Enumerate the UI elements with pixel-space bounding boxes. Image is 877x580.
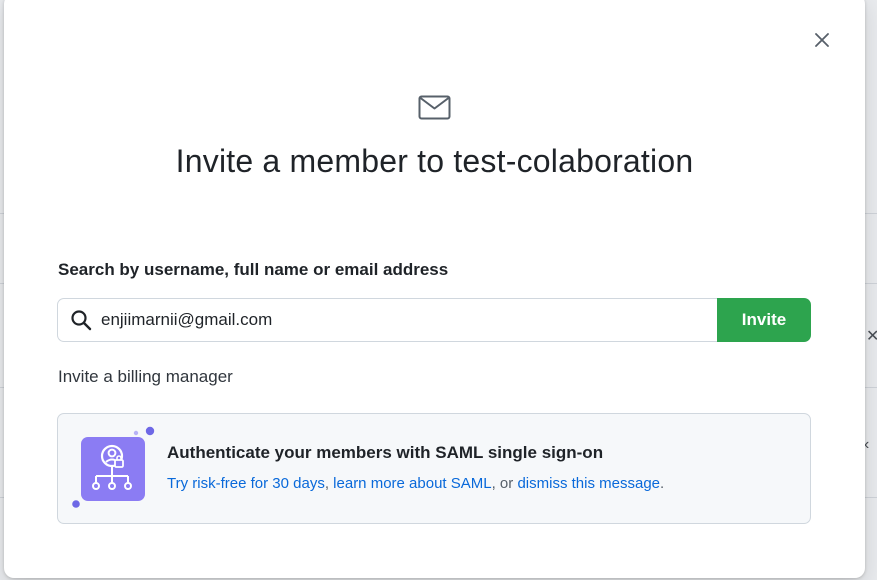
saml-banner: Authenticate your members with SAML sing… bbox=[57, 413, 811, 524]
close-icon[interactable] bbox=[815, 33, 829, 47]
search-field[interactable] bbox=[57, 298, 717, 342]
invite-dialog: Invite a member to test-colaboration Sea… bbox=[4, 0, 865, 578]
invite-billing-manager-link[interactable]: Invite a billing manager bbox=[58, 367, 233, 387]
invite-button[interactable]: Invite bbox=[717, 298, 811, 342]
search-icon bbox=[71, 310, 92, 331]
search-input[interactable] bbox=[101, 310, 717, 330]
saml-end: . bbox=[660, 475, 665, 492]
saml-title: Authenticate your members with SAML sing… bbox=[167, 443, 604, 462]
dialog-title: Invite a member to test-colaboration bbox=[175, 143, 694, 179]
saml-illustration-icon bbox=[72, 426, 155, 508]
saml-separator: , or bbox=[491, 475, 514, 492]
search-group: Invite bbox=[57, 298, 811, 342]
try-risk-free-link[interactable]: Try risk-free for 30 days bbox=[167, 475, 325, 492]
learn-more-saml-link[interactable]: learn more about SAML bbox=[333, 475, 491, 492]
mail-icon bbox=[418, 95, 451, 120]
backdrop-close-icon: ✕ bbox=[866, 328, 877, 345]
dismiss-message-link[interactable]: dismiss this message bbox=[517, 475, 660, 492]
saml-message: Try risk-free for 30 days, learn more ab… bbox=[167, 475, 664, 492]
saml-separator: , bbox=[324, 475, 329, 492]
search-label: Search by username, full name or email a… bbox=[58, 260, 449, 279]
close-button[interactable] bbox=[810, 28, 834, 52]
